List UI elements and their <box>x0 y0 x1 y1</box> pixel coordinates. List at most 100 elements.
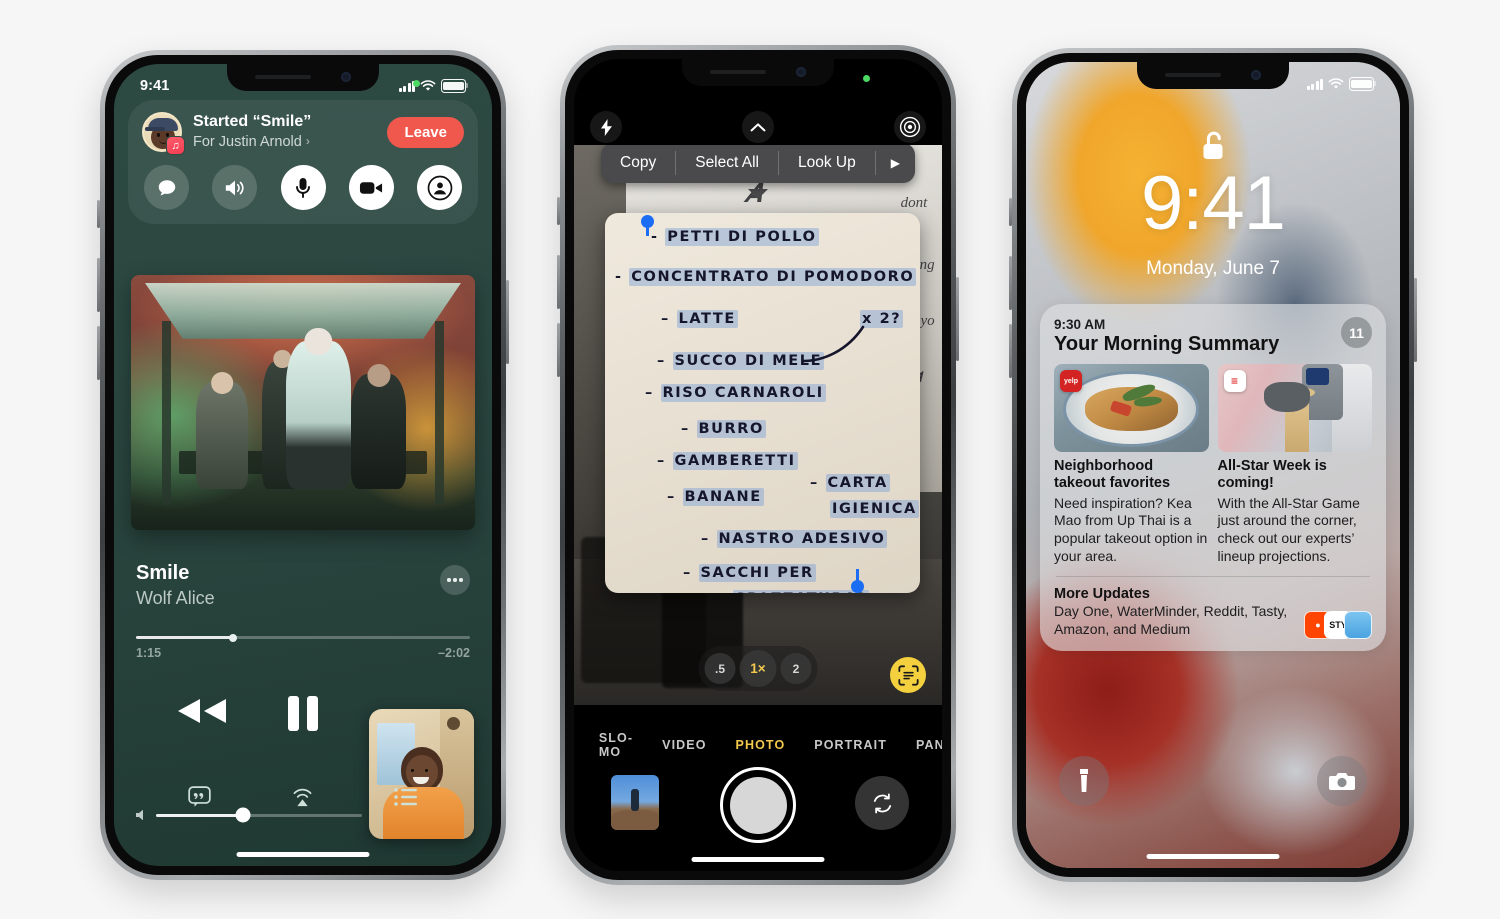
flashlight-button[interactable] <box>1059 756 1109 806</box>
phone-device-shareplay: 9:41 ♫ Started “Smile” For Justin Arnold… <box>97 50 509 880</box>
chat-bubble-icon <box>158 179 175 195</box>
speaker-button[interactable] <box>212 165 258 210</box>
mute-switch[interactable] <box>97 200 100 228</box>
mode-pano[interactable]: PANO <box>916 738 942 752</box>
airplay-button[interactable] <box>290 784 315 814</box>
notification-summary-card[interactable]: 9:30 AM Your Morning Summary 11 yelp Nei… <box>1040 304 1386 651</box>
volume-down-button[interactable] <box>557 323 560 377</box>
note-line[interactable]: – RISO CARNAROLI <box>645 384 826 402</box>
wifi-icon <box>1328 78 1344 89</box>
volume-down-button[interactable] <box>1009 324 1012 378</box>
more-updates-body: Day One, WaterMinder, Reddit, Tasty, Ama… <box>1054 603 1288 637</box>
look-up-menu-item[interactable]: Look Up <box>779 145 875 183</box>
camera-mode-selector: E SLO-MO VIDEO PHOTO PORTRAIT PANO <box>574 731 942 759</box>
screenshot-canvas: 9:41 ♫ Started “Smile” For Justin Arnold… <box>0 0 1500 919</box>
cellular-bars-icon <box>1306 78 1323 90</box>
summary-card-2[interactable]: ≡ All-Star Week is coming! With the All-… <box>1217 364 1372 565</box>
volume-down-button[interactable] <box>97 326 100 380</box>
flip-camera-button[interactable] <box>855 776 909 830</box>
note-line[interactable]: – CARTA <box>810 474 890 492</box>
rewind-icon <box>178 699 226 723</box>
live-text-button[interactable] <box>890 657 926 693</box>
mode-slo-mo[interactable]: SLO-MO <box>599 731 633 759</box>
zoom-0_5x-button[interactable]: .5 <box>704 653 736 684</box>
playback-scrubber[interactable]: 1:15 –2:02 <box>136 633 470 660</box>
volume-up-button[interactable] <box>1009 256 1012 310</box>
phone2-screen: 𝑨 dont ing nyo 𝟏 Copy Select All Look Up… <box>574 59 942 871</box>
pause-button[interactable] <box>288 696 318 731</box>
note-line[interactable]: – SACCHI PER <box>683 564 816 582</box>
earpiece-speaker <box>710 70 766 74</box>
battery-icon <box>1349 77 1377 91</box>
note-line[interactable]: – BANANE <box>667 488 764 506</box>
camera-button[interactable] <box>1317 756 1367 806</box>
more-menu-arrow[interactable]: ▶ <box>876 145 915 183</box>
home-indicator[interactable] <box>236 852 370 857</box>
volume-up-button[interactable] <box>557 255 560 309</box>
lyrics-quote-icon <box>187 785 211 807</box>
card-1-title: Neighborhood takeout favorites <box>1054 458 1171 492</box>
copy-menu-item[interactable]: Copy <box>601 145 675 183</box>
messages-button[interactable] <box>144 165 189 210</box>
flash-button[interactable] <box>590 111 622 143</box>
note-line[interactable]: – NASTRO ADESIVO <box>701 530 888 548</box>
queue-button[interactable] <box>394 787 418 812</box>
power-button[interactable] <box>1414 278 1417 362</box>
note-line[interactable]: SPAZZATURA? <box>733 590 870 593</box>
last-photo-thumbnail[interactable] <box>611 775 659 830</box>
shutter-button[interactable] <box>720 767 796 843</box>
espn-app-icon: ≡ <box>1223 370 1246 392</box>
summary-card-1[interactable]: yelp Neighborhood takeout favorites Need… <box>1054 364 1209 565</box>
note-line[interactable]: – GAMBERETTI <box>657 452 798 470</box>
selection-handle-end[interactable] <box>851 569 864 593</box>
facetime-pip[interactable] <box>369 709 474 839</box>
summary-time: 9:30 AM <box>1054 317 1106 332</box>
rewind-button[interactable] <box>174 696 230 731</box>
shareplay-icon <box>427 175 452 200</box>
note-line[interactable]: – SUCCO DI MELE <box>657 352 825 370</box>
selection-handle-start[interactable] <box>641 215 654 236</box>
note-line[interactable]: – BURRO <box>681 420 766 438</box>
home-indicator[interactable] <box>691 857 825 862</box>
zoom-2x-button[interactable]: 2 <box>780 653 812 684</box>
mode-photo[interactable]: PHOTO <box>736 738 786 752</box>
mute-switch[interactable] <box>1009 198 1012 226</box>
mode-video[interactable]: VIDEO <box>662 738 706 752</box>
call-controls <box>142 165 464 210</box>
phone-bezel: 𝑨 dont ing nyo 𝟏 Copy Select All Look Up… <box>565 50 951 880</box>
home-indicator[interactable] <box>1146 854 1280 859</box>
zoom-1x-button[interactable]: 1× <box>739 650 777 687</box>
power-button[interactable] <box>506 280 509 364</box>
volume-up-button[interactable] <box>97 258 100 312</box>
camera-viewfinder[interactable]: 𝑨 dont ing nyo 𝟏 Copy Select All Look Up… <box>574 145 942 705</box>
mute-switch[interactable] <box>557 197 560 225</box>
shareplay-banner[interactable]: ♫ Started “Smile” For Justin Arnold › Le… <box>128 100 478 224</box>
camera-options-button[interactable] <box>742 111 774 143</box>
live-text-scan-icon <box>897 664 919 686</box>
more-options-button[interactable] <box>440 565 470 595</box>
ellipsis-icon <box>447 578 451 582</box>
shareplay-button[interactable] <box>417 165 462 210</box>
phone1-screen: 9:41 ♫ Started “Smile” For Justin Arnold… <box>114 64 492 866</box>
note-line[interactable]: - CONCENTRATO DI POMODORO <box>615 268 917 286</box>
mute-button[interactable] <box>280 165 326 210</box>
note-line[interactable]: - PETTI DI POLLO <box>651 228 819 246</box>
lockscreen-clock: 9:41 <box>1141 161 1286 246</box>
notch <box>1137 62 1289 89</box>
leave-button[interactable]: Leave <box>387 116 464 148</box>
select-all-menu-item[interactable]: Select All <box>676 145 778 183</box>
power-button[interactable] <box>956 277 959 361</box>
camera-icon <box>1329 772 1355 790</box>
live-photo-button[interactable] <box>894 111 926 143</box>
summary-title: Your Morning Summary <box>1054 333 1280 355</box>
airplay-icon <box>293 788 312 807</box>
video-camera-icon <box>359 181 382 194</box>
video-button[interactable] <box>348 165 394 210</box>
mode-portrait[interactable]: PORTRAIT <box>814 738 887 752</box>
phone-device-lockscreen: 9:41 Monday, June 7 9:30 AM Your Morning… <box>1009 48 1417 882</box>
phone3-screen: 9:41 Monday, June 7 9:30 AM Your Morning… <box>1026 62 1400 868</box>
shareplay-subtitle[interactable]: For Justin Arnold › <box>193 133 376 151</box>
note-line[interactable]: IGIENICA <box>830 500 919 518</box>
lyrics-button[interactable] <box>187 785 211 813</box>
note-line[interactable]: – LATTE <box>661 310 738 328</box>
